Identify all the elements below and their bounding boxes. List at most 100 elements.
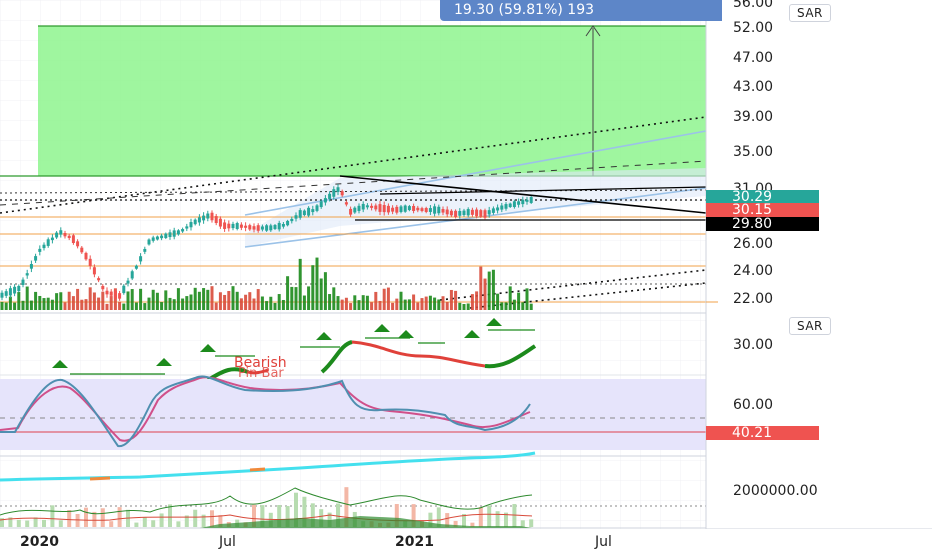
volume-bar [59, 292, 63, 310]
candle-body [475, 209, 479, 217]
candle-body [155, 236, 159, 240]
volume-bar [269, 296, 273, 310]
candle-body [46, 239, 50, 246]
candle-body [353, 207, 357, 213]
candle-body [126, 280, 130, 284]
candle-body [302, 210, 306, 216]
candle-body [239, 224, 243, 228]
volume-oscillator-bar [159, 513, 164, 527]
volume-bar [122, 303, 126, 310]
candle-body [449, 210, 453, 216]
x-label-jul-2020: Jul [218, 534, 236, 550]
volume-bar [433, 297, 437, 310]
candle-body [143, 248, 147, 252]
volume-bar [84, 299, 88, 310]
volume-bar [147, 297, 151, 310]
candle-body [42, 244, 46, 249]
volume-bar [323, 272, 327, 310]
volume-bar [42, 298, 46, 310]
volume-bar [143, 303, 147, 310]
volume-bar [126, 291, 130, 310]
candle-body [340, 191, 344, 196]
candle-body [172, 230, 176, 237]
volume-bar [55, 293, 59, 310]
candle-body [378, 204, 382, 212]
volume-bar [458, 302, 462, 310]
volume-bar [370, 302, 374, 310]
scale-sar-button-price[interactable]: SAR [789, 4, 831, 22]
volume-bar [197, 291, 201, 310]
volume-oscillator-bar [520, 520, 525, 527]
candle-body [504, 204, 508, 209]
candle-body [328, 193, 332, 199]
candle-body [428, 208, 432, 212]
volume-oscillator-bar [84, 507, 88, 527]
volume-bar [298, 258, 302, 310]
volume-bar [206, 289, 210, 310]
candle-body [281, 224, 285, 227]
volume-bar [479, 266, 483, 310]
candle-body [118, 293, 122, 299]
candle-body [38, 248, 42, 252]
volume-bar [227, 291, 231, 310]
volume-bar [210, 286, 214, 310]
target-zone [38, 26, 706, 176]
volume-bar [449, 289, 453, 310]
volume-bar [319, 278, 323, 310]
candle-body [412, 205, 416, 211]
candle-body [462, 210, 466, 215]
candle-body [252, 226, 256, 230]
candle-body [113, 290, 117, 299]
volume-bar [294, 287, 298, 310]
volume-bar [420, 298, 424, 310]
candle-body [21, 279, 25, 285]
volume-bar [181, 298, 185, 310]
candle-body [256, 225, 260, 231]
annotation-pin-bar: Pin Bar [238, 366, 284, 381]
volume-bar [504, 302, 508, 310]
volume-bar [97, 297, 101, 310]
volume-bar [412, 294, 416, 310]
volume-oscillator-bar [151, 520, 156, 527]
candle-body [248, 225, 252, 230]
volume-bar [118, 301, 122, 310]
volume-bar [525, 288, 529, 310]
candle-body [88, 258, 92, 266]
volume-bar [101, 291, 105, 310]
candle-body [290, 218, 294, 222]
candle-body [185, 226, 189, 229]
volume-bar [416, 302, 420, 310]
y-tick-43: 43.00 [733, 79, 773, 95]
candle-body [84, 252, 88, 260]
candle-body [336, 187, 340, 192]
volume-bar [71, 296, 75, 310]
volume-bar [441, 296, 445, 310]
volume-bar [50, 299, 54, 310]
candle-body [151, 237, 155, 241]
volume-bar [193, 287, 197, 310]
candle-body [311, 209, 315, 213]
volume-oscillator-bar [16, 519, 21, 527]
candle-body [176, 230, 180, 235]
volume-oscillator-bar [193, 509, 198, 527]
volume-bar [290, 286, 294, 310]
volume-bar [475, 291, 479, 310]
candle-body [25, 273, 29, 276]
volume-bar [428, 295, 432, 310]
candle-body [529, 197, 533, 203]
volume-bar [155, 292, 159, 310]
candle-body [55, 232, 59, 238]
candle-body [67, 235, 71, 239]
indicator-y-tick-30: 30.00 [733, 337, 773, 353]
volume-oscillator-bar [50, 505, 55, 527]
candle-body [101, 285, 105, 290]
candle-body [34, 256, 38, 261]
scale-sar-button-indicator[interactable]: SAR [789, 317, 831, 335]
candle-body [344, 202, 348, 205]
y-tick-52: 52.00 [733, 20, 773, 36]
candle-body [134, 265, 138, 269]
volume-oscillator-bar [58, 520, 63, 527]
time-axis-bg[interactable] [0, 529, 932, 550]
candle-body [29, 264, 33, 269]
volume-bar [470, 294, 474, 310]
